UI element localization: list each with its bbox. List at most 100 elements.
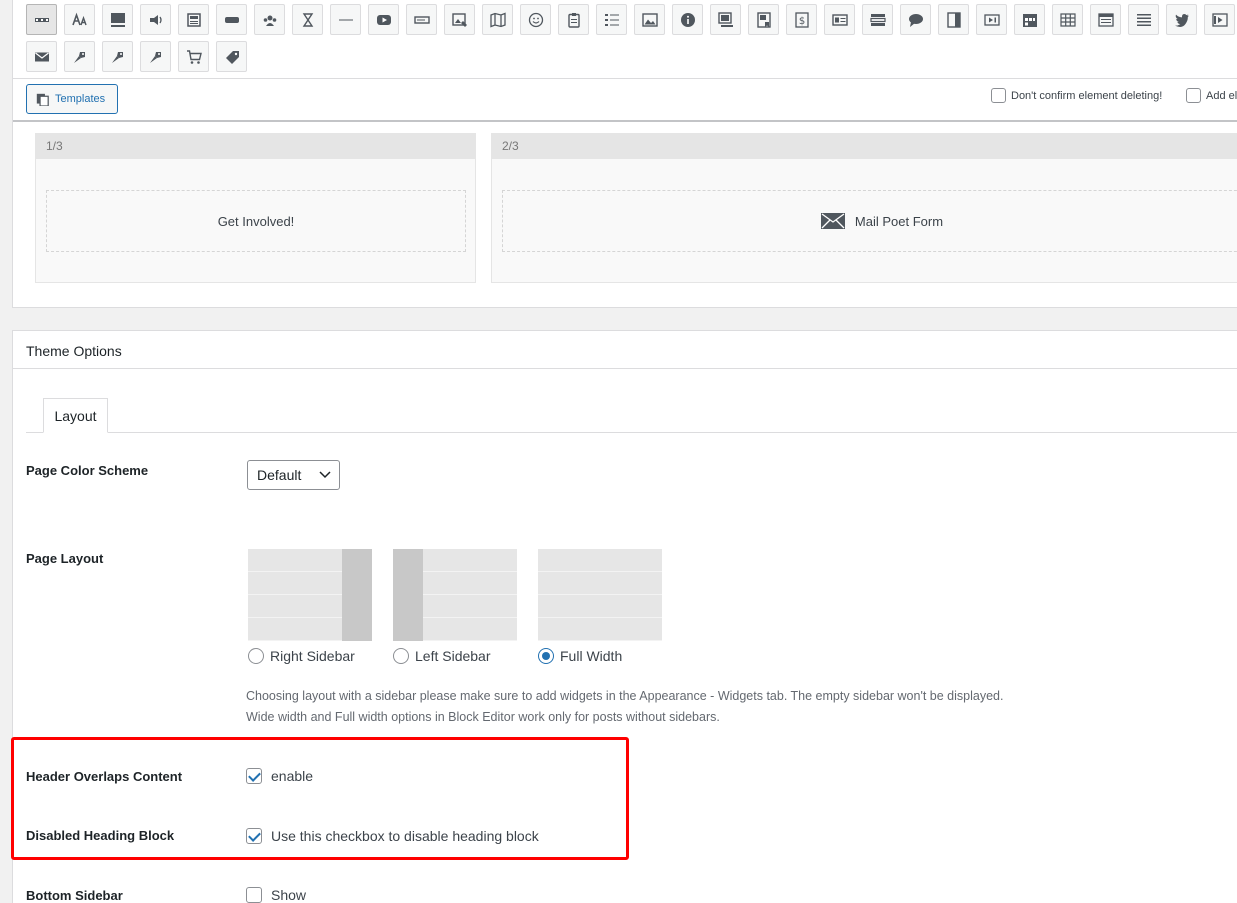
price-tag-tool[interactable] <box>216 41 247 72</box>
add-element-checkbox[interactable] <box>1186 88 1201 103</box>
right-sidebar-option[interactable]: Right Sidebar <box>248 648 355 664</box>
calendar-icon <box>1022 13 1037 27</box>
full-width-thumbnail[interactable] <box>538 549 662 641</box>
stack-tool[interactable] <box>862 4 893 35</box>
disabled-heading-option[interactable]: Use this checkbox to disable heading blo… <box>246 828 539 844</box>
megaphone-tool[interactable] <box>140 4 171 35</box>
smiley-icon <box>528 12 543 27</box>
text-element[interactable]: Get Involved! <box>46 190 466 252</box>
envelope-icon <box>34 52 49 61</box>
input-tool[interactable] <box>406 4 437 35</box>
column-one-third[interactable]: 1/3 Get Involved! <box>35 133 476 283</box>
divider-tool[interactable] <box>330 4 361 35</box>
team-icon <box>263 15 276 26</box>
smiley-tool[interactable] <box>520 4 551 35</box>
id-card-tool[interactable] <box>824 4 855 35</box>
mail-poet-form-element[interactable]: Mail Poet Form <box>502 190 1237 252</box>
list-icon <box>604 13 619 26</box>
bottom-sidebar-checkbox[interactable] <box>246 887 262 903</box>
full-width-radio[interactable] <box>538 648 554 664</box>
align-justify-icon <box>1136 13 1151 26</box>
heading-icon <box>110 12 125 27</box>
tab-bar-line <box>26 432 1237 433</box>
chat-tool[interactable] <box>900 4 931 35</box>
newspaper-tool[interactable] <box>1090 4 1121 35</box>
text-element-label: Get Involved! <box>217 213 295 229</box>
calendar-tool[interactable] <box>1014 4 1045 35</box>
team-tool[interactable] <box>254 4 285 35</box>
tag-icon <box>149 51 161 63</box>
full-width-option[interactable]: Full Width <box>538 648 622 664</box>
rows-tool[interactable] <box>26 4 57 35</box>
text-size-icon <box>71 12 87 25</box>
image-icon <box>641 12 658 27</box>
disabled-heading-checkbox[interactable] <box>246 828 262 844</box>
right-sidebar-radio[interactable] <box>248 648 264 664</box>
theme-options-title: Theme Options <box>26 343 122 359</box>
align-justify-tool[interactable] <box>1128 4 1159 35</box>
bottom-sidebar-option[interactable]: Show <box>246 887 306 903</box>
map-icon <box>489 12 506 27</box>
image-edit-tool[interactable] <box>444 4 475 35</box>
cart-tool[interactable] <box>178 41 209 72</box>
twitter-icon <box>1174 13 1189 27</box>
tag-tool-2[interactable] <box>102 41 133 72</box>
header-overlaps-option[interactable]: enable <box>246 768 313 784</box>
bottom-sidebar-checkbox-label: Show <box>271 887 307 903</box>
hourglass-tool[interactable] <box>292 4 323 35</box>
twitter-tool[interactable] <box>1166 4 1197 35</box>
button-icon <box>224 16 239 23</box>
bookmark-icon <box>756 11 771 28</box>
right-sidebar-thumbnail[interactable] <box>248 549 372 641</box>
film-icon <box>1211 12 1228 27</box>
bottom-sidebar-label: Bottom Sidebar <box>26 888 123 903</box>
dont-confirm-delete-label: Don't confirm element deleting! <box>1011 89 1163 102</box>
dont-confirm-delete-option[interactable]: Don't confirm element deleting! <box>991 88 1162 103</box>
input-icon <box>413 15 430 24</box>
gallery-tool[interactable] <box>710 4 741 35</box>
map-tool[interactable] <box>482 4 513 35</box>
disabled-heading-label: Disabled Heading Block <box>26 828 175 843</box>
builder-divider <box>13 120 1237 122</box>
table-tool[interactable] <box>1052 4 1083 35</box>
templates-button[interactable]: Templates <box>26 84 118 114</box>
dont-confirm-delete-checkbox[interactable] <box>991 88 1006 103</box>
news-tool[interactable] <box>178 4 209 35</box>
envelope-icon <box>820 213 845 229</box>
text-size-tool[interactable] <box>64 4 95 35</box>
sidebar-tool[interactable] <box>938 4 969 35</box>
bookmark-tool[interactable] <box>748 4 779 35</box>
clipboard-tool[interactable] <box>558 4 589 35</box>
image-tool[interactable] <box>634 4 665 35</box>
left-sidebar-thumbnail[interactable] <box>393 549 517 641</box>
header-overlaps-checkbox-label: enable <box>271 768 314 784</box>
dollar-tool[interactable]: $ <box>786 4 817 35</box>
header-overlaps-checkbox[interactable] <box>246 768 262 784</box>
info-icon <box>680 12 695 27</box>
info-tool[interactable] <box>672 4 703 35</box>
dollar-icon: $ <box>794 11 809 28</box>
video-tool[interactable] <box>368 4 399 35</box>
tag-tool-1[interactable] <box>64 41 95 72</box>
element-toolbar-row-1: $ <box>26 4 1235 35</box>
button-tool[interactable] <box>216 4 247 35</box>
column-two-thirds[interactable]: 2/3 Mail Poet Form <box>491 133 1237 283</box>
left-sidebar-radio[interactable] <box>393 648 409 664</box>
left-sidebar-option[interactable]: Left Sidebar <box>393 648 491 664</box>
svg-text:$: $ <box>798 16 804 27</box>
page-color-scheme-select[interactable]: Default <box>247 460 340 490</box>
id-card-icon <box>831 13 848 26</box>
envelope-tool[interactable] <box>26 41 57 72</box>
add-element-option[interactable]: Add el <box>1186 88 1237 103</box>
disabled-heading-checkbox-label: Use this checkbox to disable heading blo… <box>271 828 539 844</box>
heading-tool[interactable] <box>102 4 133 35</box>
tab-layout[interactable]: Layout <box>43 398 108 433</box>
theme-options-panel: Theme Options Layout Page Color Scheme D… <box>12 330 1237 903</box>
media-player-tool[interactable] <box>976 4 1007 35</box>
film-tool[interactable] <box>1204 4 1235 35</box>
list-tool[interactable] <box>596 4 627 35</box>
tag-tool-3[interactable] <box>140 41 171 72</box>
clipboard-icon <box>567 12 580 28</box>
add-element-label: Add el <box>1206 89 1237 102</box>
newspaper-icon <box>1097 12 1114 27</box>
